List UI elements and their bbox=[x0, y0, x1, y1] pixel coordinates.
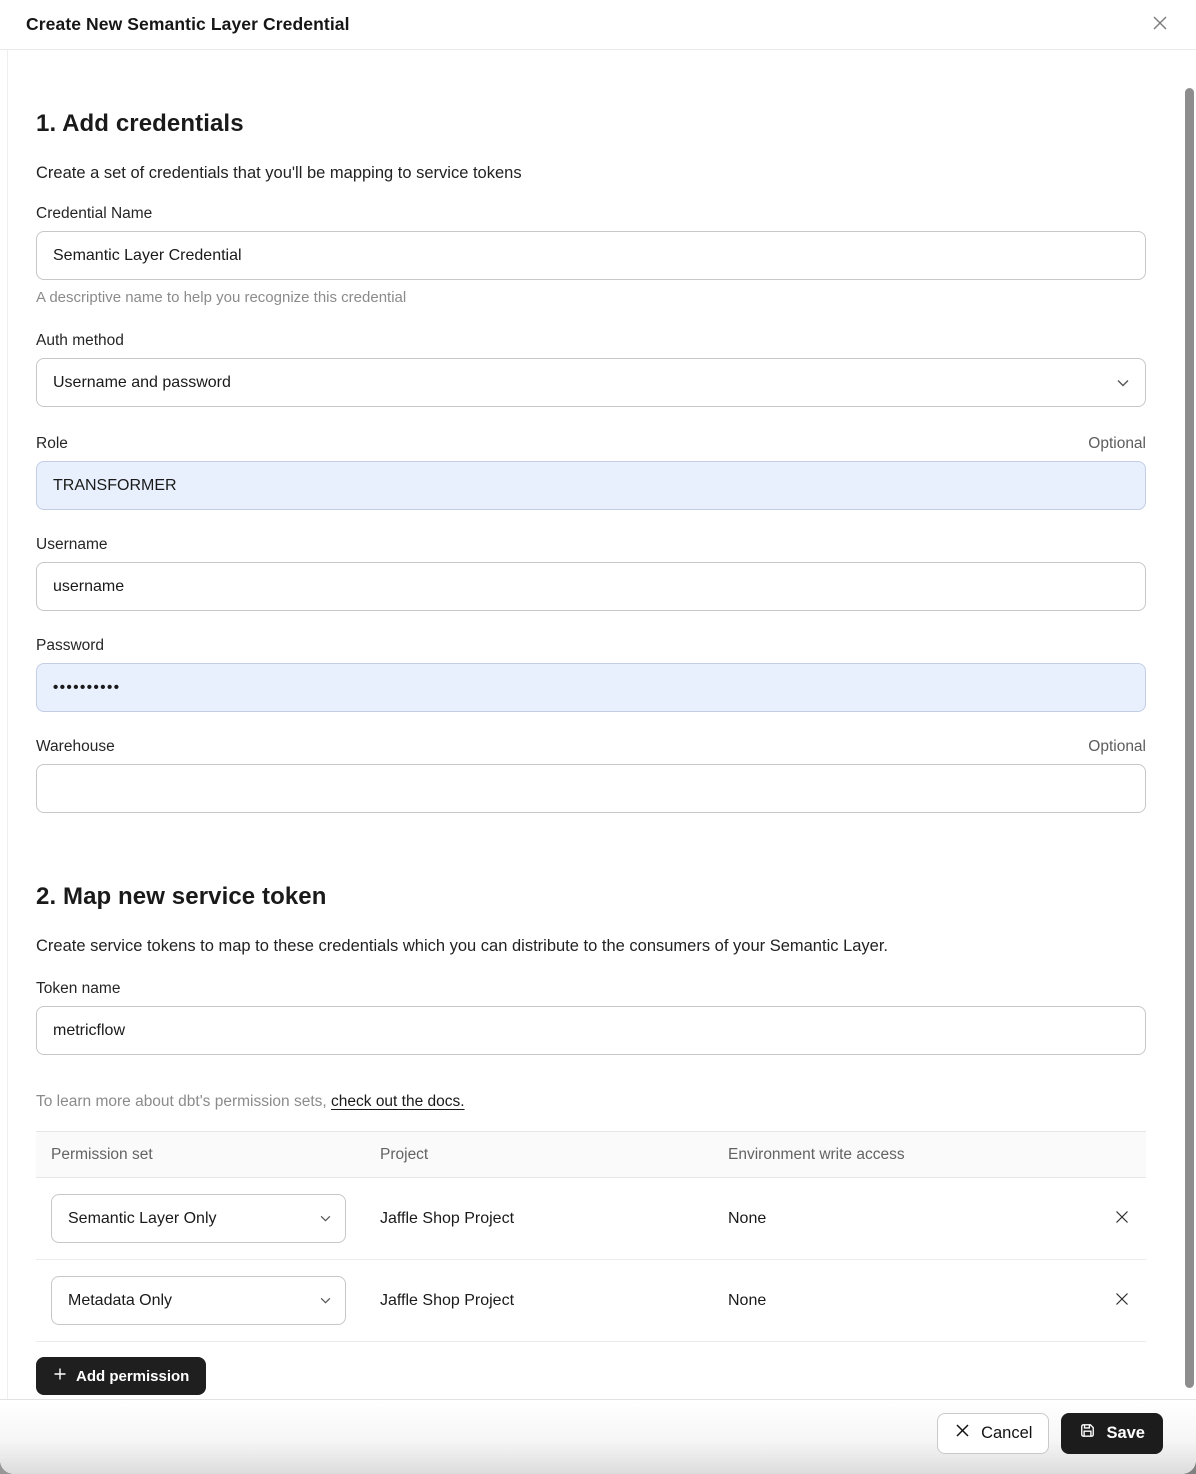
username-input[interactable] bbox=[36, 562, 1146, 611]
username-label: Username bbox=[36, 536, 108, 554]
permission-set-selected-value: Semantic Layer Only bbox=[68, 1210, 217, 1228]
role-optional-tag: Optional bbox=[1088, 435, 1146, 453]
close-icon bbox=[1149, 12, 1171, 37]
save-label: Save bbox=[1106, 1424, 1145, 1443]
permission-docs-note: To learn more about dbt's permission set… bbox=[36, 1093, 1146, 1111]
project-cell: Jaffle Shop Project bbox=[380, 1292, 728, 1310]
remove-row-button-row1[interactable] bbox=[1106, 1203, 1138, 1235]
role-label: Role bbox=[36, 435, 68, 453]
section1-heading: 1. Add credentials bbox=[36, 110, 1146, 138]
cancel-label: Cancel bbox=[981, 1424, 1032, 1443]
save-floppy-icon bbox=[1079, 1422, 1096, 1444]
credential-name-label: Credential Name bbox=[36, 205, 152, 223]
dialog-body: 1. Add credentials Create a set of crede… bbox=[7, 50, 1196, 1399]
dialog-footer: Cancel Save bbox=[0, 1399, 1196, 1474]
cancel-button[interactable]: Cancel bbox=[937, 1413, 1049, 1454]
header-permission-set: Permission set bbox=[51, 1146, 380, 1164]
auth-method-selected-value: Username and password bbox=[53, 374, 231, 392]
warehouse-label: Warehouse bbox=[36, 738, 115, 756]
dialog-title: Create New Semantic Layer Credential bbox=[26, 14, 350, 35]
remove-icon bbox=[1113, 1208, 1131, 1229]
scrollbar-thumb[interactable] bbox=[1185, 88, 1194, 1388]
environment-write-access-cell: None bbox=[728, 1292, 1098, 1310]
credential-name-helper: A descriptive name to help you recognize… bbox=[36, 289, 1146, 306]
cancel-x-icon bbox=[954, 1422, 971, 1444]
plus-icon bbox=[53, 1367, 67, 1385]
docs-note-text: To learn more about dbt's permission set… bbox=[36, 1093, 331, 1110]
add-permission-label: Add permission bbox=[76, 1368, 189, 1385]
save-button[interactable]: Save bbox=[1061, 1413, 1163, 1454]
project-cell: Jaffle Shop Project bbox=[380, 1210, 728, 1228]
section2-heading: 2. Map new service token bbox=[36, 883, 1146, 911]
close-button[interactable] bbox=[1146, 11, 1174, 39]
create-credential-dialog: Create New Semantic Layer Credential 1. … bbox=[0, 0, 1196, 1474]
auth-method-label: Auth method bbox=[36, 332, 124, 350]
permissions-table-header: Permission set Project Environment write… bbox=[36, 1132, 1146, 1178]
permission-set-select-row2[interactable]: Metadata Only bbox=[51, 1276, 346, 1325]
remove-row-button-row2[interactable] bbox=[1106, 1285, 1138, 1317]
add-permission-button[interactable]: Add permission bbox=[36, 1357, 206, 1395]
chevron-down-icon bbox=[320, 1297, 331, 1304]
section1-description: Create a set of credentials that you'll … bbox=[36, 164, 1146, 183]
password-input[interactable] bbox=[36, 663, 1146, 712]
token-name-input[interactable] bbox=[36, 1006, 1146, 1055]
permission-row: Metadata Only Jaffle Shop Project None bbox=[36, 1260, 1146, 1342]
remove-icon bbox=[1113, 1290, 1131, 1311]
permissions-table: Permission set Project Environment write… bbox=[36, 1131, 1146, 1342]
token-name-label: Token name bbox=[36, 980, 120, 998]
dialog-header: Create New Semantic Layer Credential bbox=[0, 0, 1196, 50]
warehouse-optional-tag: Optional bbox=[1088, 738, 1146, 756]
permission-set-select-row1[interactable]: Semantic Layer Only bbox=[51, 1194, 346, 1243]
docs-link[interactable]: check out the docs. bbox=[331, 1093, 465, 1110]
section2-description: Create service tokens to map to these cr… bbox=[36, 937, 1146, 956]
warehouse-input[interactable] bbox=[36, 764, 1146, 813]
chevron-down-icon bbox=[320, 1215, 331, 1222]
header-environment-write-access: Environment write access bbox=[728, 1146, 1098, 1164]
permission-row: Semantic Layer Only Jaffle Shop Project … bbox=[36, 1178, 1146, 1260]
permission-set-selected-value: Metadata Only bbox=[68, 1292, 172, 1310]
environment-write-access-cell: None bbox=[728, 1210, 1098, 1228]
header-project: Project bbox=[380, 1146, 728, 1164]
password-label: Password bbox=[36, 637, 104, 655]
role-input[interactable] bbox=[36, 461, 1146, 510]
credential-name-input[interactable] bbox=[36, 231, 1146, 280]
chevron-down-icon bbox=[1117, 379, 1129, 387]
auth-method-select[interactable]: Username and password bbox=[36, 358, 1146, 407]
